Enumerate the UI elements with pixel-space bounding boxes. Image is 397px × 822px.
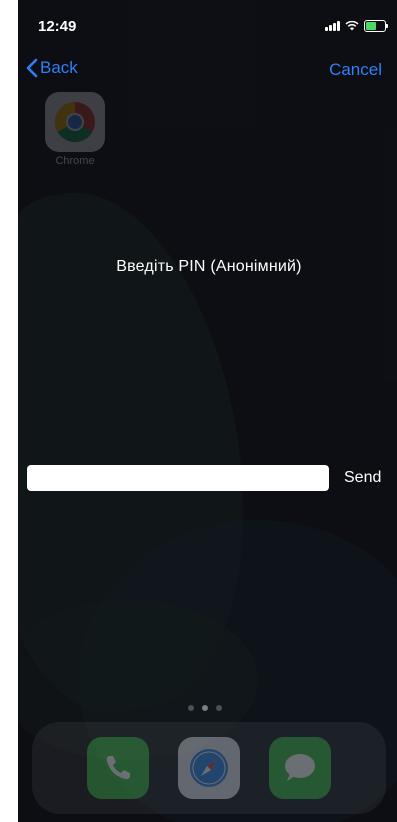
safari-icon	[177, 737, 240, 799]
cancel-button[interactable]: Cancel	[329, 60, 382, 80]
back-label: Back	[40, 58, 78, 77]
pin-input[interactable]	[27, 465, 329, 491]
phone-icon	[86, 737, 149, 799]
battery-icon	[364, 20, 388, 32]
battery-level	[366, 22, 376, 30]
page-dot	[216, 705, 222, 711]
pin-prompt-title: Введіть PIN (Анонімний)	[116, 258, 302, 275]
page-dot	[188, 705, 194, 711]
signal-icon	[325, 21, 340, 31]
dim-overlay	[18, 0, 397, 822]
status-icons	[325, 20, 388, 32]
messages-icon	[269, 737, 332, 799]
phone-screen: Chrome 12:49 Back Cancel Введіть PIN (Ан…	[18, 0, 397, 822]
chevron-left-icon	[26, 58, 38, 78]
page-dot	[202, 705, 208, 711]
send-button[interactable]: Send	[344, 469, 381, 487]
status-bar: 12:49	[18, 0, 397, 44]
back-button[interactable]: Back	[26, 58, 78, 78]
page-indicator	[188, 705, 222, 711]
status-time: 12:49	[38, 18, 77, 35]
dock	[32, 722, 386, 814]
wifi-icon	[345, 21, 359, 31]
navigation-bar: Back Cancel	[18, 56, 397, 84]
